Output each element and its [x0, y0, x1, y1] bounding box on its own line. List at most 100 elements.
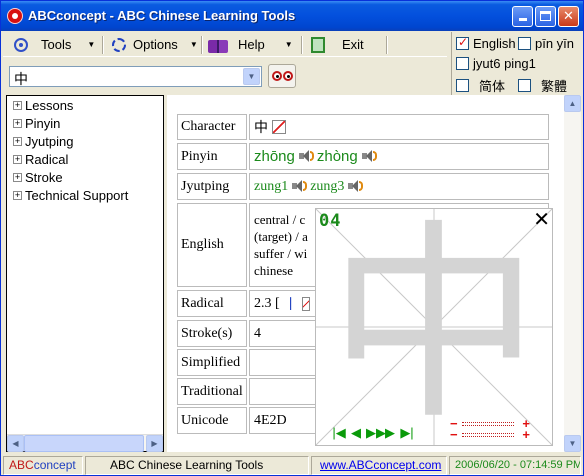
scroll-right-icon[interactable]: ▶ — [146, 435, 163, 452]
navigation-tree: + Lessons + Pinyin + Jyutping + Radical … — [6, 95, 164, 452]
character-text: 中 — [254, 121, 268, 136]
playback-controls: |◀ ◀ ▶▶ ▶ ▶| — [332, 425, 414, 441]
traditional-option-label: 繁體 — [541, 79, 568, 94]
tree-item-radical[interactable]: + Radical — [13, 152, 68, 167]
tools-menu-button[interactable]: Tools ▼ — [11, 34, 95, 55]
english-line: chinese — [254, 262, 293, 278]
speaker-icon[interactable] — [361, 150, 377, 163]
close-icon[interactable]: ✕ — [533, 207, 550, 232]
jyutping-checkbox[interactable]: jyut6 ping1 — [456, 56, 536, 71]
stroke-character: 中 — [328, 201, 540, 448]
pinyin-label: Pinyin — [177, 143, 247, 170]
scrollbar-thumb[interactable] — [24, 435, 144, 452]
chevron-down-icon[interactable]: ▼ — [243, 68, 260, 85]
checkbox-unchecked[interactable] — [518, 79, 531, 92]
size-track[interactable] — [462, 433, 514, 437]
checkbox-unchecked[interactable] — [456, 79, 469, 92]
app-window: ABCconcept - ABC Chinese Learning Tools … — [0, 0, 584, 476]
tree-item-lessons[interactable]: + Lessons — [13, 98, 73, 113]
tree-item-label: Lessons — [25, 98, 74, 113]
checkbox-checked[interactable] — [456, 35, 469, 50]
unicode-label: Unicode — [177, 407, 247, 434]
expand-icon[interactable]: + — [13, 191, 22, 200]
checkbox-unchecked[interactable] — [456, 57, 469, 70]
minimize-button[interactable] — [512, 6, 533, 27]
toolbar-divider — [301, 36, 303, 54]
size-increase-button[interactable]: + — [522, 428, 530, 441]
checkbox-unchecked[interactable] — [518, 37, 531, 50]
expand-icon[interactable]: + — [13, 101, 22, 110]
tree-item-label: Pinyin — [25, 116, 61, 131]
toolbar-divider — [201, 36, 203, 54]
tree-item-technical-support[interactable]: + Technical Support — [13, 188, 128, 203]
english-line: suffer / wi — [254, 245, 308, 261]
website-link[interactable]: www.ABCconcept.com — [320, 458, 441, 472]
tree-item-stroke[interactable]: + Stroke — [13, 170, 63, 185]
status-app-name: ABC Chinese Learning Tools — [85, 456, 309, 475]
simplified-label: Simplified — [177, 349, 247, 376]
help-menu-button[interactable]: Help ▼ — [208, 34, 293, 55]
expand-icon[interactable]: + — [13, 119, 22, 128]
last-stroke-button[interactable]: ▶| — [400, 425, 414, 441]
app-logo-icon[interactable] — [7, 8, 23, 24]
simplified-checkbox[interactable]: 简体 — [456, 76, 505, 95]
scroll-up-icon[interactable]: ▲ — [564, 95, 581, 112]
expand-icon[interactable]: + — [13, 137, 22, 146]
pinyin-reading-1: zhōng — [254, 148, 295, 165]
speed-track[interactable] — [462, 422, 514, 426]
title-bar[interactable]: ABCconcept - ABC Chinese Learning Tools … — [1, 1, 583, 31]
main-toolbar: Tools ▼ Options ▼ Help ▼ Exit — [3, 32, 447, 57]
options-icon — [112, 37, 126, 52]
brand-concept: concept — [33, 458, 76, 472]
speaker-icon[interactable] — [292, 180, 308, 193]
minimize-icon — [518, 18, 527, 21]
window-title: ABCconcept - ABC Chinese Learning Tools — [28, 8, 296, 23]
stroke-animation-panel[interactable]: 中 04 ✕ |◀ ◀ ▶▶ ▶ ▶| − + − + — [315, 201, 553, 448]
scroll-left-icon[interactable]: ◀ — [7, 435, 24, 452]
traditional-checkbox[interactable]: 繁體 — [518, 76, 567, 95]
writing-pen-icon[interactable] — [272, 120, 286, 134]
expand-icon[interactable]: + — [13, 155, 22, 164]
search-input[interactable]: 中 — [14, 69, 28, 89]
gear-icon — [14, 37, 28, 52]
pinyin-option-label: pīn yīn — [535, 36, 575, 51]
close-window-button[interactable]: ✕ — [558, 6, 579, 27]
pinyin-reading-2: zhòng — [316, 148, 358, 165]
exit-button[interactable]: Exit — [308, 34, 364, 55]
pinyin-checkbox[interactable]: pīn yīn — [518, 36, 574, 51]
options-menu-button[interactable]: Options ▼ — [109, 34, 198, 55]
tree-item-jyutping[interactable]: + Jyutping — [13, 134, 73, 149]
pinyin-value: zhōng zhòng — [249, 143, 549, 170]
chevron-down-icon: ▼ — [87, 40, 96, 49]
look-up-button[interactable] — [268, 64, 296, 88]
help-book-icon — [208, 39, 228, 53]
character-search-combobox[interactable]: 中 ▼ — [9, 66, 262, 87]
brand-abc: ABC — [9, 458, 34, 472]
writing-pen-icon[interactable] — [301, 296, 310, 311]
scroll-down-icon[interactable]: ▼ — [564, 435, 581, 452]
english-label: English — [177, 203, 247, 287]
status-brand: ABCconcept — [3, 456, 83, 475]
stroke-count-display: 04 — [319, 211, 342, 231]
english-checkbox[interactable]: English — [456, 35, 516, 51]
speaker-icon[interactable] — [298, 150, 314, 163]
first-stroke-button[interactable]: |◀ — [332, 425, 346, 441]
traditional-label: Traditional — [177, 378, 247, 405]
play-button[interactable]: ▶▶ — [366, 425, 386, 441]
next-stroke-button[interactable]: ▶ — [383, 425, 397, 441]
english-option-label: English — [473, 36, 516, 51]
expand-icon[interactable]: + — [13, 173, 22, 182]
speaker-icon[interactable] — [348, 180, 364, 193]
exit-label: Exit — [342, 37, 364, 52]
previous-stroke-button[interactable]: ◀ — [349, 425, 363, 441]
jyutping-value: zung1 zung3 — [249, 173, 549, 200]
simplified-option-label: 简体 — [479, 79, 506, 94]
maximize-button[interactable] — [535, 6, 556, 27]
english-line: central / c — [254, 211, 306, 227]
options-label: Options — [133, 37, 178, 52]
tree-item-label: Jyutping — [25, 134, 74, 149]
size-decrease-button[interactable]: − — [450, 428, 458, 441]
horizontal-scrollbar[interactable]: ◀ ▶ — [7, 434, 163, 452]
tree-item-pinyin[interactable]: + Pinyin — [13, 116, 60, 131]
vertical-scrollbar[interactable]: ▲ ▼ — [564, 95, 581, 452]
